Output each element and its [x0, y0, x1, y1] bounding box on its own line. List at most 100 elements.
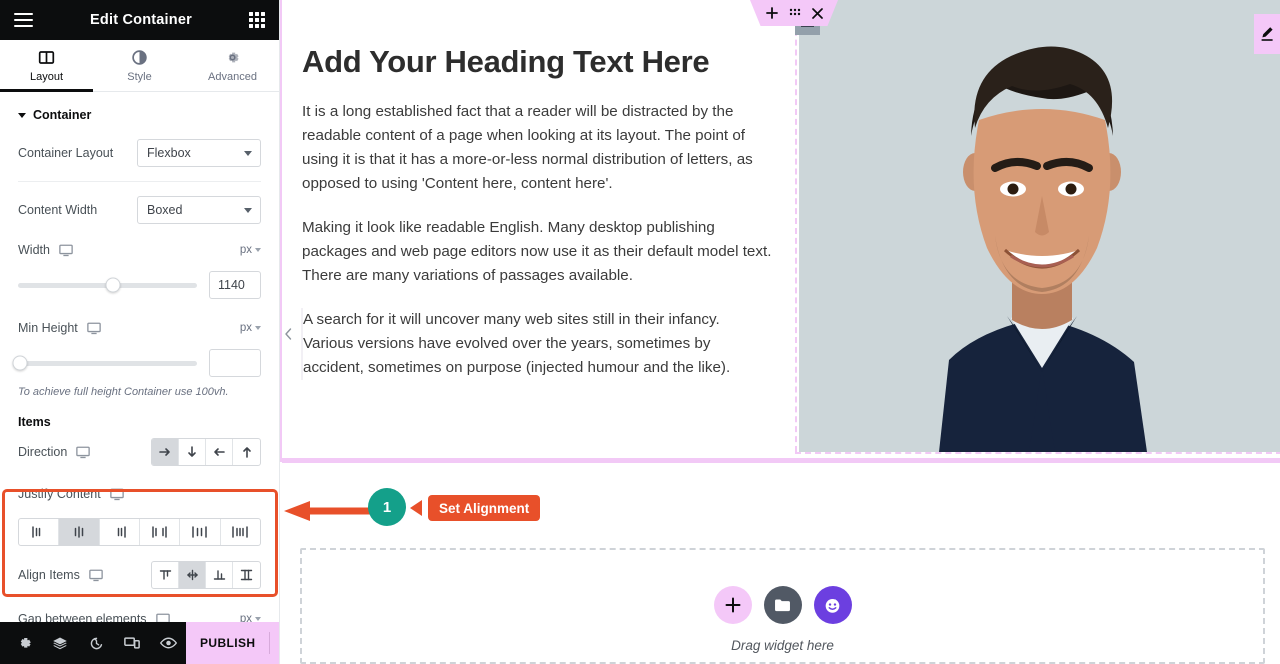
tab-advanced[interactable]: Advanced [186, 40, 279, 91]
direction-column-button[interactable] [179, 439, 206, 465]
min-height-slider-track[interactable] [12, 355, 197, 371]
min-height-input[interactable] [209, 349, 261, 377]
section-container-header[interactable]: Container [0, 92, 279, 136]
width-slider-knob[interactable] [105, 277, 121, 293]
paragraph-widget[interactable]: A search for it will uncover many web si… [303, 308, 772, 380]
desktop-monitor-icon[interactable] [59, 244, 73, 257]
plus-icon [725, 597, 740, 613]
min-height-slider-knob[interactable] [12, 355, 28, 371]
justify-center-button[interactable] [59, 519, 100, 545]
min-height-label-group: Min Height [18, 321, 101, 335]
plus-icon[interactable] [765, 7, 778, 19]
section-container-title: Container [33, 108, 92, 122]
control-direction: Direction [0, 435, 279, 469]
space-around-button[interactable] [180, 519, 221, 545]
gear-icon[interactable] [6, 622, 42, 664]
container-layout-label: Container Layout [18, 146, 114, 160]
image-widget-content [799, 0, 1280, 452]
drop-zone[interactable]: Drag widget here [300, 548, 1265, 664]
min-height-label: Min Height [18, 321, 78, 335]
edit-element-tab[interactable] [1254, 14, 1280, 54]
publish-options-button[interactable] [270, 622, 279, 664]
responsive-devices-icon[interactable] [114, 622, 150, 664]
items-group-title: Items [18, 415, 51, 429]
chevron-down-icon [255, 248, 261, 252]
min-height-unit-selector[interactable]: px [240, 322, 261, 334]
image-widget[interactable] [795, 0, 1280, 452]
hamburger-icon[interactable] [14, 13, 33, 27]
direction-label: Direction [18, 445, 68, 459]
container-layout-select[interactable]: Flexbox [137, 139, 261, 167]
align-center-button[interactable] [179, 562, 206, 588]
align-end-button[interactable] [206, 562, 233, 588]
justify-content-label: Justify Content [18, 487, 101, 501]
align-stretch-button[interactable] [233, 562, 260, 588]
chevron-down-icon [255, 326, 261, 330]
template-library-button[interactable] [763, 586, 802, 624]
desktop-monitor-icon[interactable] [76, 446, 91, 459]
image-widget-bottom-guide [795, 452, 1280, 454]
panel-tabs: Layout Style Advanced [0, 40, 279, 92]
min-height-unit-value: px [239, 322, 252, 334]
align-start-button[interactable] [152, 562, 179, 588]
ai-face-icon [825, 598, 840, 613]
desktop-monitor-icon[interactable] [89, 569, 103, 582]
width-unit-value: px [239, 244, 252, 256]
content-width-select[interactable]: Boxed [137, 196, 261, 224]
space-between-button[interactable] [140, 519, 181, 545]
tab-style-label: Style [127, 70, 152, 83]
paragraph-widget[interactable]: It is a long established fact that a rea… [302, 100, 772, 196]
chevron-down-icon [255, 617, 261, 621]
add-widget-button[interactable] [713, 586, 752, 624]
desktop-monitor-icon[interactable] [109, 488, 124, 501]
control-width-header: Width px [0, 233, 279, 267]
drag-dots-icon[interactable] [789, 8, 801, 18]
min-height-hint: To achieve full height Container use 100… [18, 386, 229, 398]
eye-preview-icon[interactable] [150, 622, 186, 664]
gear-icon [228, 52, 239, 62]
width-label-group: Width [18, 243, 73, 257]
container-layout-value: Flexbox [147, 146, 191, 160]
align-items-label: Align Items [18, 568, 80, 582]
min-height-slider-row [0, 345, 279, 377]
editor-canvas: Add Your Heading Text Here It is a long … [280, 0, 1280, 664]
width-slider-track[interactable] [18, 277, 197, 293]
tab-layout[interactable]: Layout [0, 40, 93, 92]
publish-button[interactable]: PUBLISH [186, 636, 269, 650]
grid-apps-icon[interactable] [249, 12, 265, 28]
chevron-down-icon [244, 207, 252, 213]
close-x-icon[interactable] [811, 7, 823, 19]
chevron-down-icon [244, 150, 252, 156]
caret-down-icon [18, 112, 26, 118]
tab-advanced-label: Advanced [208, 70, 257, 83]
direction-row-button[interactable] [152, 439, 179, 465]
smiling-man-portrait [799, 0, 1280, 452]
direction-row-reverse-button[interactable] [206, 439, 233, 465]
width-input[interactable]: 1140 [209, 271, 261, 299]
layers-navigator-icon[interactable] [42, 622, 78, 664]
space-evenly-button[interactable] [221, 519, 260, 545]
container-widget[interactable]: Add Your Heading Text Here It is a long … [280, 0, 1280, 463]
width-slider-row: 1140 [0, 267, 279, 299]
control-min-height-header: Min Height px [0, 311, 279, 345]
text-column: Add Your Heading Text Here It is a long … [301, 0, 794, 380]
heading-widget[interactable]: Add Your Heading Text Here [302, 44, 772, 80]
direction-button-group [151, 438, 261, 466]
paragraph-widget-wrapper: A search for it will uncover many web si… [301, 308, 772, 380]
justify-end-button[interactable] [100, 519, 140, 545]
width-unit-selector[interactable]: px [240, 244, 261, 256]
history-clock-icon[interactable] [78, 622, 114, 664]
desktop-monitor-icon[interactable] [86, 322, 101, 335]
justify-start-button[interactable] [19, 519, 60, 545]
pencil-edit-icon [1261, 27, 1273, 41]
paragraph-widget[interactable]: Making it look like readable English. Ma… [302, 216, 772, 288]
control-align-items: Align Items [0, 558, 279, 592]
control-content-width: Content Width Boxed [0, 193, 279, 227]
ai-generate-button[interactable] [813, 586, 852, 624]
justify-content-label-group: Justify Content [18, 487, 124, 501]
direction-label-group: Direction [18, 445, 91, 459]
direction-column-reverse-button[interactable] [233, 439, 260, 465]
panel-collapse-button[interactable] [281, 325, 295, 343]
tab-style[interactable]: Style [93, 40, 186, 91]
panel-header: Edit Container [0, 0, 279, 40]
